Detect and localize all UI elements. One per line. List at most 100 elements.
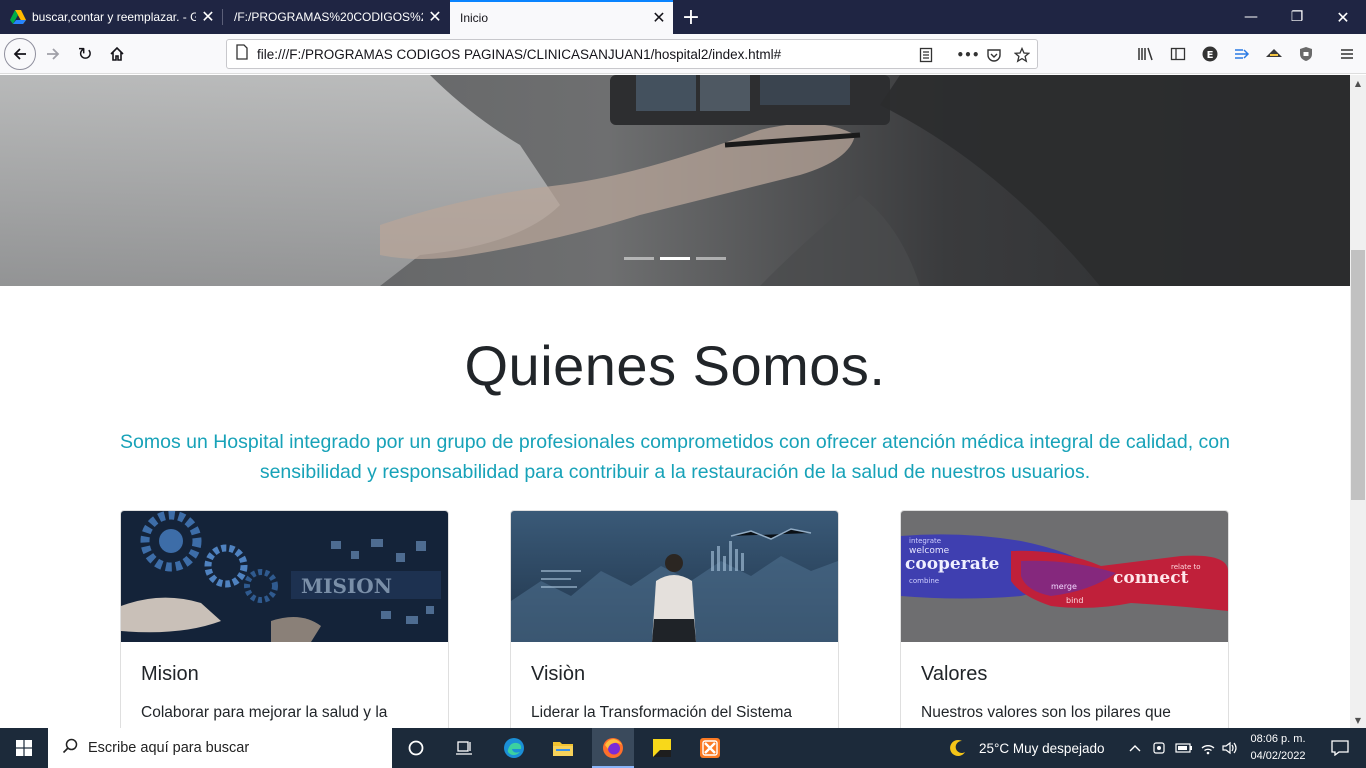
pocket-icon[interactable] [985,46,1003,64]
section-lead: Somos un Hospital integrado por un grupo… [120,431,1230,483]
carousel-indicator[interactable] [624,257,654,260]
wifi-icon[interactable] [1197,728,1219,768]
task-view-button[interactable] [444,728,484,768]
extension-mask-icon[interactable] [1264,44,1284,64]
valores-word: combine [909,577,939,585]
page-viewport: Quienes Somos. Somos un Hospital integra… [0,75,1350,728]
library-icon[interactable] [1136,44,1156,64]
taskbar-sticky-notes[interactable] [642,728,682,768]
carousel-indicator-active[interactable] [660,257,690,260]
weather-text[interactable]: 25°C Muy despejado [979,728,1104,768]
scroll-up-arrow-icon[interactable]: ▲ [1350,75,1366,91]
new-tab-button[interactable]: + [678,4,704,30]
card-text: Liderar la Transformación del Sistema [531,704,793,721]
window-close-button[interactable]: ✕ [1320,0,1366,34]
page-actions-icon[interactable]: ••• [955,46,981,64]
reload-button[interactable]: ↻ [69,38,101,70]
valores-word: connect [1113,568,1189,588]
back-button[interactable] [4,38,36,70]
restore-button[interactable]: ❐ [1274,0,1320,34]
page-icon [235,44,249,64]
notification-center-button[interactable] [1320,728,1360,768]
notification-icon [1331,740,1349,756]
valores-word: merge [1051,582,1077,591]
taskbar-file-explorer[interactable] [543,728,583,768]
extension-e-icon[interactable]: E [1200,44,1220,64]
sidebar-icon[interactable] [1168,44,1188,64]
sticky-notes-icon [653,739,671,757]
carousel-indicators [624,257,726,260]
search-placeholder: Escribe aquí para buscar [88,740,250,756]
tab-bar: buscar,contar y reemplazar. - G ✕ /F:/PR… [0,0,1366,34]
send-tab-icon[interactable] [1232,44,1252,64]
scroll-thumb[interactable] [1351,250,1365,500]
weather-moon-icon[interactable] [944,728,972,768]
tab-title: Inicio [460,11,489,25]
bookmark-star-icon[interactable] [1013,46,1031,64]
start-button[interactable] [0,728,48,768]
xampp-icon [700,738,720,758]
minimize-button[interactable]: — [1228,0,1274,34]
carousel-indicator[interactable] [696,257,726,260]
meet-now-icon[interactable] [1149,728,1171,768]
card-text: Colaborar para mejorar la salud y la [141,704,388,721]
reader-view-icon[interactable] [917,46,935,64]
forward-button[interactable] [37,38,69,70]
card-vision: Visiòn Liderar la Transformación del Sis… [510,510,839,728]
clock-date: 04/02/2022 [1250,750,1306,762]
system-clock[interactable]: 08:06 p. m. 04/02/2022 [1238,731,1318,765]
battery-icon[interactable] [1173,728,1195,768]
shield-icon[interactable] [1296,44,1316,64]
chevron-up-icon[interactable] [1125,728,1145,768]
firefox-icon [603,738,623,758]
edge-icon [504,738,524,758]
clock-time: 08:06 p. m. [1250,733,1306,745]
navigation-toolbar: ↻ file:///F:/PROGRAMAS CODIGOS PAGINAS/C… [0,34,1366,74]
task-view-icon [456,741,472,755]
valores-image: welcome cooperate connect integrate comb… [901,511,1228,642]
card-text: Nuestros valores son los pilares que [921,704,1171,721]
tab-title: buscar,contar y reemplazar. - G [32,10,196,24]
valores-word: bind [1066,596,1083,605]
cortana-button[interactable] [396,728,436,768]
vision-image [511,511,838,642]
url-text[interactable]: file:///F:/PROGRAMAS CODIGOS PAGINAS/CLI… [257,47,781,62]
hamburger-menu-icon[interactable] [1337,44,1357,64]
page-scrollbar[interactable]: ▲ ▼ [1350,75,1366,728]
cortana-circle-icon [408,740,424,756]
valores-word: relate to [1171,563,1201,571]
mision-image: MISION [121,511,448,642]
tab-local-file[interactable]: /F:/PROGRAMAS%20CODIGOS%20 ✕ [224,0,449,34]
card-title: Visiòn [531,663,586,685]
tab-separator [222,9,223,25]
url-bar[interactable]: file:///F:/PROGRAMAS CODIGOS PAGINAS/CLI… [226,39,1038,69]
hero-carousel[interactable] [0,75,1350,286]
arrow-left-icon [13,48,26,60]
card-title: Mision [141,663,199,685]
scroll-down-arrow-icon[interactable]: ▼ [1350,712,1366,728]
tab-google-drive[interactable]: buscar,contar y reemplazar. - G ✕ [0,0,222,34]
section-title: Quienes Somos. [464,334,886,397]
windows-taskbar: Escribe aquí para buscar 25°C Muy despej… [0,728,1366,768]
folder-icon [553,742,573,756]
close-tab-icon[interactable]: ✕ [647,6,671,30]
tab-inicio[interactable]: Inicio ✕ [450,0,673,34]
close-tab-icon[interactable]: ✕ [423,5,447,29]
search-icon [62,738,78,758]
taskbar-xampp[interactable] [690,728,730,768]
valores-word: cooperate [905,554,1000,574]
arrow-right-icon [47,48,60,60]
card-mision: MISION Mision Colaborar para mejorar la … [120,510,449,728]
home-button[interactable] [101,38,133,70]
taskbar-edge[interactable] [494,728,534,768]
close-tab-icon[interactable]: ✕ [196,5,220,29]
valores-word: integrate [909,537,941,545]
taskbar-search-box[interactable]: Escribe aquí para buscar [48,728,392,768]
windows-logo-icon [16,740,32,756]
taskbar-firefox[interactable] [592,728,634,768]
card-title: Valores [921,663,988,685]
svg-text:E: E [1207,50,1214,61]
hero-image [0,75,1350,286]
google-drive-icon [10,9,26,25]
mision-image-text: MISION [301,574,392,598]
